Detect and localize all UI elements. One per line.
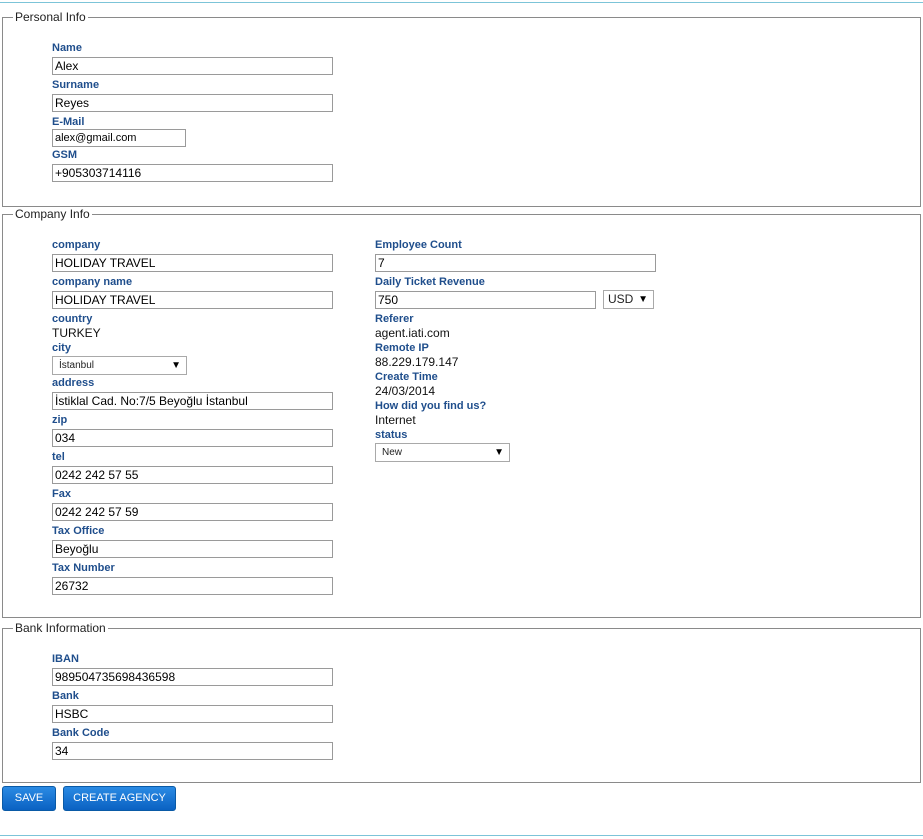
- create-agency-button[interactable]: CREATE AGENCY: [63, 786, 176, 811]
- referer-label: Referer: [375, 313, 414, 325]
- city-select[interactable]: İstanbul ▼: [52, 356, 187, 375]
- tel-label: tel: [52, 451, 65, 463]
- bank-input[interactable]: [52, 705, 333, 723]
- how-found-value: Internet: [375, 413, 416, 427]
- gsm-label: GSM: [52, 149, 78, 161]
- zip-label: zip: [52, 414, 68, 426]
- iban-input[interactable]: [52, 668, 333, 686]
- tax-number-label: Tax Number: [52, 562, 115, 574]
- surname-input[interactable]: [52, 94, 333, 112]
- currency-select-value: USD: [608, 292, 634, 306]
- name-label: Name: [52, 42, 82, 54]
- tax-number-input[interactable]: [52, 577, 333, 595]
- email-input[interactable]: [52, 129, 186, 147]
- company-label: company: [52, 239, 101, 251]
- employee-count-label: Employee Count: [375, 239, 462, 251]
- company-name-input[interactable]: [52, 291, 333, 309]
- company-info-legend: Company Info: [13, 207, 92, 221]
- bank-code-input[interactable]: [52, 742, 333, 760]
- bank-label: Bank: [52, 690, 79, 702]
- gsm-input[interactable]: [52, 164, 333, 182]
- create-time-value: 24/03/2014: [375, 384, 436, 398]
- daily-ticket-revenue-label: Daily Ticket Revenue: [375, 276, 485, 288]
- save-button[interactable]: SAVE: [2, 786, 56, 811]
- fax-label: Fax: [52, 488, 71, 500]
- referer-value: agent.iati.com: [375, 326, 450, 340]
- city-label: city: [52, 342, 71, 354]
- personal-info-legend: Personal Info: [13, 10, 88, 24]
- address-input[interactable]: [52, 392, 333, 410]
- country-label: country: [52, 313, 93, 325]
- employee-count-input[interactable]: [375, 254, 656, 272]
- chevron-down-icon: ▼: [638, 294, 648, 305]
- company-input[interactable]: [52, 254, 333, 272]
- tel-input[interactable]: [52, 466, 333, 484]
- address-label: address: [52, 377, 95, 389]
- tax-office-input[interactable]: [52, 540, 333, 558]
- chevron-down-icon: ▼: [171, 360, 181, 371]
- zip-input[interactable]: [52, 429, 333, 447]
- how-found-label: How did you find us?: [375, 400, 487, 412]
- bank-info-legend: Bank Information: [13, 621, 108, 635]
- tax-office-label: Tax Office: [52, 525, 105, 537]
- country-value: TURKEY: [52, 326, 101, 340]
- fax-input[interactable]: [52, 503, 333, 521]
- iban-label: IBAN: [52, 653, 79, 665]
- currency-select[interactable]: USD ▼: [603, 290, 654, 309]
- top-rule: [0, 2, 923, 3]
- create-time-label: Create Time: [375, 371, 438, 383]
- city-select-value: İstanbul: [59, 360, 95, 371]
- status-label: status: [375, 429, 408, 441]
- status-select-value: New: [382, 447, 403, 458]
- chevron-down-icon: ▼: [494, 447, 504, 458]
- status-select[interactable]: New ▼: [375, 443, 510, 462]
- email-label: E-Mail: [52, 116, 85, 128]
- bank-code-label: Bank Code: [52, 727, 110, 739]
- bottom-rule: [0, 835, 923, 836]
- company-name-label: company name: [52, 276, 133, 288]
- name-input[interactable]: [52, 57, 333, 75]
- daily-ticket-revenue-input[interactable]: [375, 291, 596, 309]
- remote-ip-label: Remote IP: [375, 342, 429, 354]
- remote-ip-value: 88.229.179.147: [375, 355, 459, 369]
- surname-label: Surname: [52, 79, 100, 91]
